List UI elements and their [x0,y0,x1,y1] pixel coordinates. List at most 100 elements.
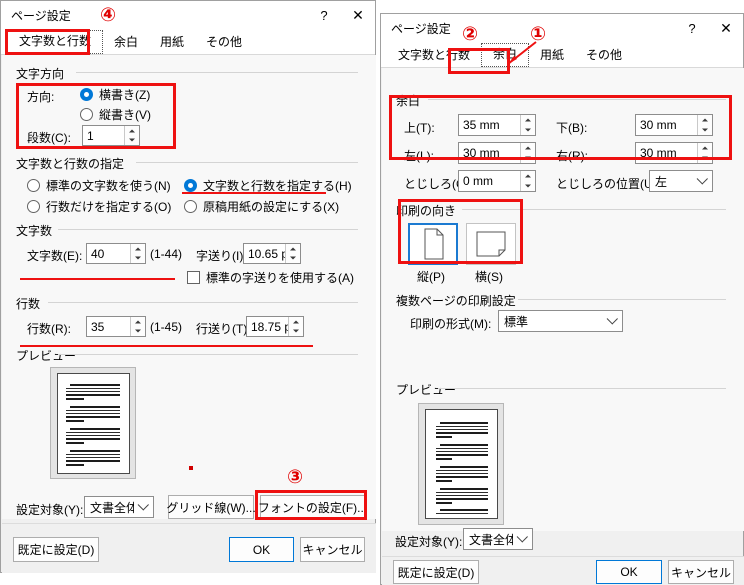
tab-sonota[interactable]: その他 [195,32,253,54]
label-chars-range: (1-44) [150,247,183,261]
label-line-spacing: 行送り(T): [196,322,251,336]
gutter-spinner[interactable] [520,171,535,191]
ok-button[interactable]: OK [596,560,662,584]
orientation-portrait-option[interactable] [408,223,458,265]
chevron-down-icon[interactable] [134,497,153,517]
radio-label: 縦書き(V) [99,108,151,122]
screenshot-stage: ページ設定 ? ✕ 文字数と行数 余白 用紙 その他 文字方向 方向: 横書き(… [0,0,744,585]
radio-mark [27,200,40,213]
group-title-preview: プレビュー [16,349,77,363]
spinner-down-icon[interactable] [521,153,535,163]
ok-button[interactable]: OK [229,537,294,562]
print-format-combo[interactable]: 標準 [498,310,623,332]
set-as-default-button[interactable]: 既定に設定(D) [393,560,479,584]
margin-left-spinner[interactable] [520,143,535,163]
cancel-button[interactable]: キャンセル [668,560,734,584]
char-pitch-spinner[interactable] [285,244,300,263]
char-pitch-stepper[interactable]: 10.65 p [243,243,301,264]
label-columns: 段数(C): [27,131,71,145]
spinner-up-icon[interactable] [125,126,139,136]
spinner-up-icon[interactable] [521,115,535,125]
spinner-down-icon[interactable] [131,254,145,264]
spinner-up-icon[interactable] [698,115,712,125]
columns-spinner[interactable] [124,126,139,145]
columns-stepper[interactable]: 1 [82,125,140,146]
apply-to-combo[interactable]: 文書全体 [84,496,154,518]
checkbox-label: 標準の字送りを使用する(A) [206,271,354,285]
tab-yohaku[interactable]: 余白 [103,32,149,54]
spinner-down-icon[interactable] [698,125,712,135]
spinner-up-icon[interactable] [521,143,535,153]
spinner-up-icon[interactable] [521,171,535,181]
spinner-up-icon[interactable] [131,317,145,327]
spinner-down-icon[interactable] [286,254,300,264]
cancel-button[interactable]: キャンセル [300,537,365,562]
chars-count-value: 40 [91,246,105,261]
lines-count-stepper[interactable]: 35 [86,316,146,337]
margin-right-value: 30 mm [640,146,677,160]
right-tabstrip: 文字数と行数 余白 用紙 その他 [381,42,743,68]
margin-left-stepper[interactable]: 30 mm [458,142,536,164]
spinner-up-icon[interactable] [286,244,300,254]
spinner-down-icon[interactable] [125,136,139,146]
right-page-setup-dialog: ページ設定 ? ✕ 文字数と行数 余白 用紙 その他 余白 上(T): 35 m… [380,13,744,585]
line-spacing-stepper[interactable]: 18.75 p [246,316,304,337]
margin-bottom-value: 30 mm [640,118,677,132]
gutter-stepper[interactable]: 0 mm [458,170,536,192]
orientation-landscape-option[interactable] [466,223,516,265]
close-icon[interactable]: ✕ [709,14,743,42]
label-landscape: 横(S) [475,270,503,284]
margin-bottom-stepper[interactable]: 30 mm [635,114,713,136]
tab-sonota[interactable]: その他 [575,45,633,67]
chevron-down-icon[interactable] [693,171,712,191]
radio-vertical-writing[interactable]: 縦書き(V) [80,106,151,123]
chevron-down-icon[interactable] [513,529,532,549]
label-char-pitch: 字送り(I): [196,249,247,263]
help-icon[interactable]: ? [307,1,341,29]
font-settings-button[interactable]: フォントの設定(F)... [258,495,367,519]
spinner-down-icon[interactable] [521,181,535,191]
tab-yoshi[interactable]: 用紙 [149,32,195,54]
group-rule-spec [136,162,358,163]
margin-right-stepper[interactable]: 30 mm [635,142,713,164]
radio-specify-lines-only[interactable]: 行数だけを指定する(O) [27,198,171,215]
set-as-default-button[interactable]: 既定に設定(D) [13,537,99,562]
lines-count-spinner[interactable] [130,317,145,336]
columns-value: 1 [87,128,94,143]
annotation-underline-lines [20,345,313,347]
spinner-up-icon[interactable] [289,317,303,327]
margin-right-spinner[interactable] [697,143,712,163]
tab-moji-gyosu[interactable]: 文字数と行数 [7,30,104,54]
spinner-down-icon[interactable] [289,327,303,337]
chars-count-spinner[interactable] [130,244,145,263]
right-titlebar: ページ設定 ? ✕ [381,14,743,42]
annotation-dot [189,466,193,470]
right-dialog-title: ページ設定 [391,21,451,36]
grid-lines-button[interactable]: グリッド線(W)... [166,495,256,519]
right-preview-pane [418,403,504,525]
radio-mark [80,88,93,101]
margin-top-spinner[interactable] [520,115,535,135]
help-icon[interactable]: ? [675,14,709,42]
spinner-down-icon[interactable] [521,125,535,135]
spinner-down-icon[interactable] [698,153,712,163]
apply-to-combo[interactable]: 文書全体 [463,528,533,550]
spinner-up-icon[interactable] [131,244,145,254]
margin-top-stepper[interactable]: 35 mm [458,114,536,136]
annotation-arrow-1 [507,41,537,65]
line-spacing-spinner[interactable] [288,317,303,336]
checkbox-use-standard-pitch[interactable]: 標準の字送りを使用する(A) [187,269,354,286]
spinner-up-icon[interactable] [698,143,712,153]
apply-to-value: 文書全体 [469,532,513,547]
radio-manuscript-paper[interactable]: 原稿用紙の設定にする(X) [184,198,339,215]
spinner-down-icon[interactable] [131,327,145,337]
margin-bottom-spinner[interactable] [697,115,712,135]
radio-use-standard-chars[interactable]: 標準の文字数を使う(N) [27,177,171,194]
chevron-down-icon[interactable] [603,311,622,331]
radio-horizontal-writing[interactable]: 横書き(Z) [80,86,150,103]
close-icon[interactable]: ✕ [341,1,375,29]
gutter-position-combo[interactable]: 左 [649,170,713,192]
chars-count-stepper[interactable]: 40 [86,243,146,264]
radio-label: 標準の文字数を使う(N) [46,179,171,193]
tab-moji-gyosu[interactable]: 文字数と行数 [387,45,481,67]
